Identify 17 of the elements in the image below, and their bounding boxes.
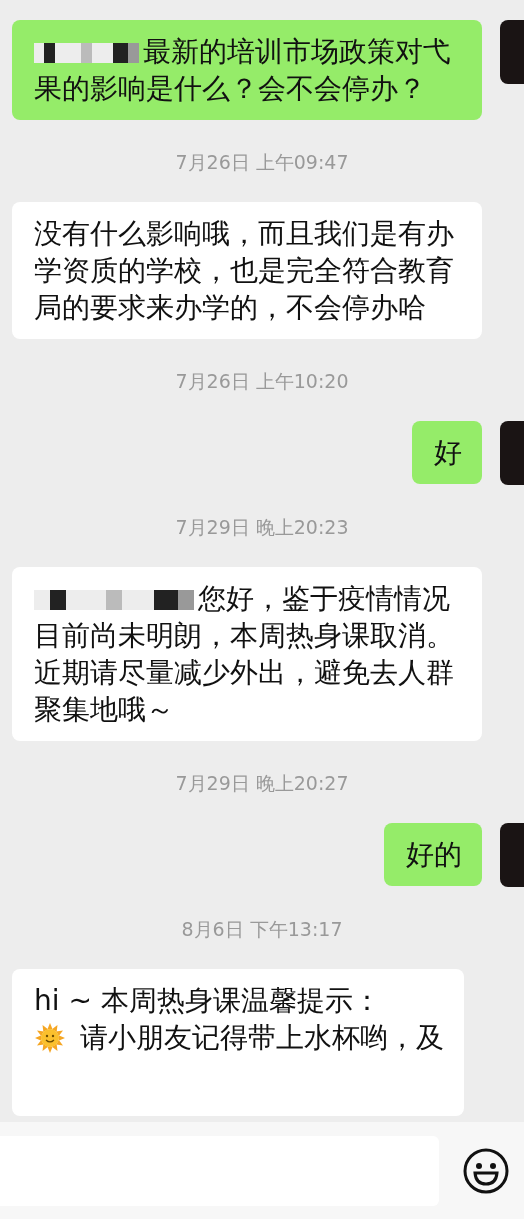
message-text: 好的 — [406, 838, 462, 871]
message-text: hi ~ 本周热身课温馨提示： — [34, 983, 381, 1019]
message-text: 最新的培训市场政策对弋果的影响是什么？会不会停办？ — [34, 35, 451, 105]
timestamp: 7月29日 晚上20:23 — [175, 515, 349, 540]
message-text: 没有什么影响哦，而且我们是有办学资质的学校，也是完全符合教育局的要求来办学的，不会停办哈 — [34, 217, 454, 324]
timestamp: 7月26日 上午09:47 — [175, 150, 349, 175]
timestamp: 7月26日 上午10:20 — [175, 369, 349, 394]
message-text: 您好，鉴于疫情情况目前尚未明朗，本周热身课取消。近期请尽量减少外出，避免去人群聚集地哦～ — [34, 582, 454, 726]
sun-emoji-icon — [34, 1021, 66, 1054]
avatar[interactable] — [500, 823, 524, 887]
message-text: 好 — [434, 436, 462, 469]
avatar[interactable] — [500, 20, 524, 84]
avatar[interactable] — [500, 421, 524, 485]
timestamp: 8月6日 下午13:17 — [181, 917, 343, 942]
emoji-icon[interactable] — [463, 1147, 509, 1194]
timestamp: 7月29日 晚上20:27 — [175, 771, 349, 796]
message-text: 请小朋友记得带上水杯哟，及 — [80, 1020, 444, 1056]
